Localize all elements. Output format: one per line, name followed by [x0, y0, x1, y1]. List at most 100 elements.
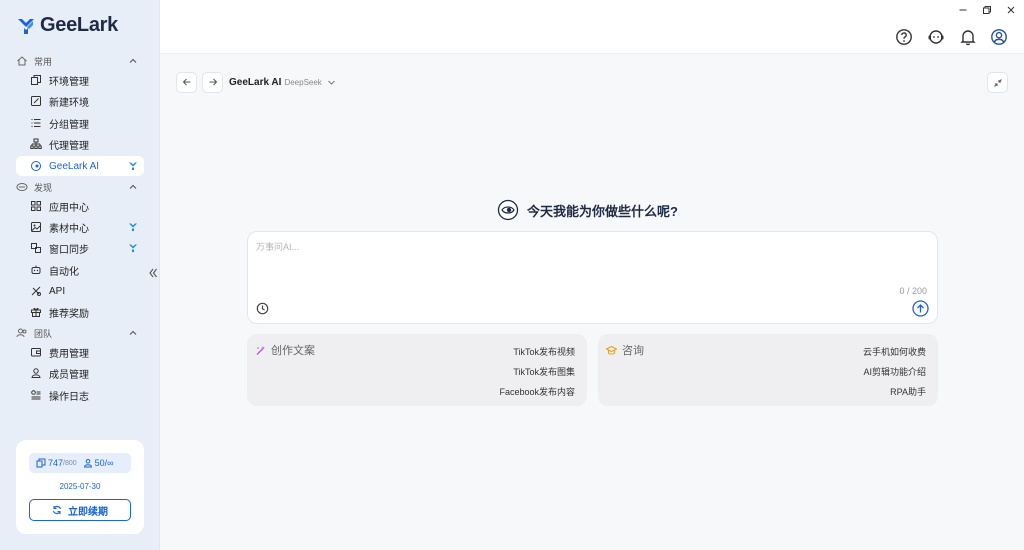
suggestion-card-writing: 创作文案 TikTok发布视频 TikTok发布图集 Facebook发布内容 — [247, 334, 587, 406]
sidebar-item-label: GeeLark AI — [49, 160, 100, 172]
chevron-down-icon[interactable] — [327, 78, 336, 87]
sidebar-item-referral[interactable]: 推荐奖励 — [16, 302, 144, 322]
home-icon — [17, 56, 27, 66]
chat-composer: 0 / 200 — [247, 231, 938, 324]
suggestion-card-consult: 咨询 云手机如何收费 AI剪辑功能介绍 RPA助手 — [598, 334, 938, 406]
sidebar-item-label: 环境管理 — [49, 76, 89, 88]
team-icon — [16, 328, 27, 338]
close-icon — [1007, 6, 1015, 14]
suggestion-link[interactable]: Facebook发布内容 — [499, 385, 575, 398]
sidebar-item-material-center[interactable]: 素材中心 — [16, 217, 144, 237]
sidebar-item-window-sync[interactable]: 窗口同步 — [16, 238, 144, 258]
geelark-badge-icon — [129, 162, 137, 170]
sidebar-item-label: 代理管理 — [49, 140, 89, 152]
sidebar-item-label: 操作日志 — [49, 391, 89, 403]
sidebar-item-label: 自动化 — [49, 266, 79, 278]
window-controls — [950, 0, 1024, 20]
section-label: 团队 — [34, 328, 53, 339]
section-team[interactable]: 团队 — [16, 325, 144, 341]
sidebar-item-label: 新建环境 — [49, 97, 89, 109]
devices-total: /800 — [63, 459, 77, 467]
greeting: 今天我能为你做些什么呢? — [497, 199, 678, 221]
sidebar-item-label: API — [49, 285, 66, 297]
chat-input[interactable] — [256, 240, 926, 280]
user-icon — [31, 368, 41, 378]
sidebar-item-label: 推荐奖励 — [49, 308, 89, 320]
brand-name: GeeLark — [40, 14, 118, 36]
shrink-icon — [993, 78, 1002, 87]
gift-icon — [31, 307, 41, 317]
suggestion-link[interactable]: RPA助手 — [890, 385, 926, 398]
network-icon — [30, 138, 42, 149]
support-agent-icon[interactable] — [927, 28, 945, 46]
section-label: 常用 — [34, 56, 53, 67]
collapse-view-button[interactable] — [987, 72, 1008, 93]
model-name[interactable]: DeepSeek — [284, 78, 321, 87]
arrow-left-icon — [182, 78, 190, 86]
api-icon — [31, 286, 41, 296]
suggestion-link[interactable]: 云手机如何收费 — [863, 345, 926, 358]
sidebar-item-api[interactable]: API — [16, 281, 144, 301]
geelark-logo-icon — [18, 18, 34, 34]
brand-logo: GeeLark — [16, 14, 118, 37]
sidebar-item-label: 成员管理 — [49, 369, 89, 381]
sidebar-item-env-manage[interactable]: 环境管理 — [16, 70, 144, 90]
suggestion-link[interactable]: AI剪辑功能介绍 — [863, 365, 926, 378]
card-title: 创作文案 — [271, 345, 315, 357]
magic-wand-icon — [256, 345, 265, 355]
edit-icon — [31, 96, 41, 106]
help-icon[interactable] — [895, 28, 913, 46]
sidebar-item-label: 素材中心 — [49, 223, 89, 235]
sidebar-item-new-env[interactable]: 新建环境 — [16, 91, 144, 111]
grid-icon — [31, 201, 41, 211]
member-icon — [83, 459, 92, 468]
back-button[interactable] — [176, 71, 197, 93]
chevron-up-icon[interactable] — [128, 56, 138, 66]
chat-toolbar: GeeLark AI DeepSeek — [176, 71, 336, 93]
forward-button[interactable] — [202, 71, 223, 93]
avatar-icon[interactable] — [990, 28, 1008, 46]
close-window-button[interactable] — [998, 0, 1024, 20]
sidebar-item-automation[interactable]: 自动化 — [16, 260, 144, 280]
devices-icon — [36, 458, 46, 468]
robot-icon — [31, 265, 41, 274]
ai-eye-icon — [497, 199, 519, 221]
sidebar-item-geelark-ai[interactable]: GeeLark AI — [16, 156, 144, 176]
restore-icon — [983, 6, 991, 14]
minimize-icon — [959, 9, 967, 11]
geelark-badge-icon — [129, 244, 137, 252]
section-discover[interactable]: 发现 — [16, 179, 144, 195]
send-icon[interactable] — [912, 300, 929, 317]
collapse-sidebar-icon[interactable] — [148, 266, 158, 280]
sidebar-item-label: 应用中心 — [49, 202, 89, 214]
ai-eye-icon — [31, 161, 41, 171]
quota-card: 747/800 50/∞ 2025-07-30 立即续期 — [16, 440, 144, 534]
image-icon — [31, 222, 41, 232]
sidebar-item-label: 费用管理 — [49, 348, 89, 360]
greeting-text: 今天我能为你做些什么呢? — [527, 203, 678, 219]
copy-icon — [31, 75, 41, 85]
chevron-up-icon[interactable] — [128, 182, 138, 192]
sidebar-item-billing[interactable]: 费用管理 — [16, 342, 144, 362]
geelark-badge-icon — [129, 223, 137, 231]
chevron-up-icon[interactable] — [128, 328, 138, 338]
suggestion-link[interactable]: TikTok发布视频 — [513, 345, 575, 358]
sidebar-item-operation-log[interactable]: 操作日志 — [16, 385, 144, 405]
wallet-icon — [31, 348, 41, 357]
restore-button[interactable] — [974, 0, 1000, 20]
sidebar-item-app-center[interactable]: 应用中心 — [16, 196, 144, 216]
bell-icon[interactable] — [959, 28, 977, 46]
section-common[interactable]: 常用 — [16, 53, 144, 69]
renew-button[interactable]: 立即续期 — [29, 499, 131, 521]
sync-windows-icon — [31, 243, 41, 253]
card-header: 咨询 — [606, 342, 644, 358]
sidebar-item-members[interactable]: 成员管理 — [16, 363, 144, 383]
members-count: 50/ — [94, 458, 108, 468]
refresh-icon — [52, 505, 62, 515]
sidebar-item-label: 窗口同步 — [49, 244, 89, 256]
sidebar-item-proxy-manage[interactable]: 代理管理 — [16, 134, 144, 154]
suggestion-link[interactable]: TikTok发布图集 — [513, 365, 575, 378]
minimize-button[interactable] — [950, 0, 976, 20]
sidebar-item-group-manage[interactable]: 分组管理 — [16, 113, 144, 133]
history-icon[interactable] — [256, 302, 269, 315]
